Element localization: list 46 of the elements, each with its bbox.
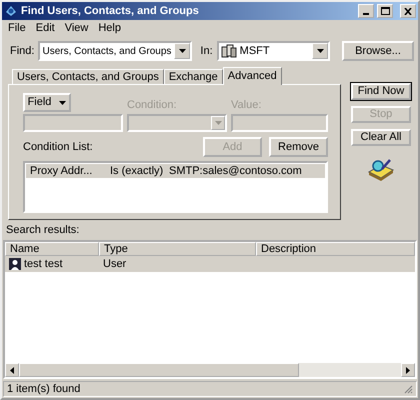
find-label: Find:: [10, 44, 34, 58]
maximize-button[interactable]: [377, 4, 393, 18]
column-header[interactable]: Name: [5, 242, 99, 256]
resize-grip-icon: [403, 384, 413, 394]
action-button[interactable]: Clear All: [351, 129, 411, 146]
value-input[interactable]: [231, 114, 328, 132]
search-results-label: Search results:: [6, 224, 80, 237]
status-text: 1 item(s) found: [7, 382, 82, 396]
field-button[interactable]: Field: [23, 93, 71, 112]
scroll-right-icon: [406, 366, 410, 374]
menu-item[interactable]: View: [64, 22, 88, 33]
caret-icon: [214, 121, 222, 125]
condition-dropdown[interactable]: [127, 114, 227, 132]
domain-icon: [220, 44, 237, 58]
action-button[interactable]: Find Now: [351, 83, 411, 100]
column-header[interactable]: Type: [99, 242, 256, 256]
condition-list-label: Condition List:: [23, 140, 94, 154]
user-icon: [8, 257, 22, 271]
tab[interactable]: Users, Contacts, and Groups: [12, 69, 164, 84]
horizontal-scrollbar[interactable]: [5, 363, 415, 377]
field-input[interactable]: [23, 114, 123, 132]
column-header[interactable]: Description: [256, 242, 415, 256]
menu-item[interactable]: File: [8, 22, 26, 33]
window-title: Find Users, Contacts, and Groups: [21, 4, 200, 18]
result-row[interactable]: test test User: [5, 256, 415, 272]
caret-icon: [59, 100, 66, 104]
caret-icon: [316, 49, 324, 53]
value-label: Value:: [231, 99, 262, 112]
minimize-button[interactable]: [358, 4, 374, 18]
app-icon: [4, 4, 18, 18]
find-dropdown[interactable]: Users, Contacts, and Groups: [38, 41, 192, 61]
close-button[interactable]: [400, 4, 416, 18]
menu-item[interactable]: Help: [98, 22, 121, 33]
menu-item[interactable]: Edit: [36, 22, 55, 33]
in-label: In:: [200, 44, 213, 58]
caret-icon: [178, 49, 186, 53]
maximize-icon: [380, 7, 390, 15]
browse-button[interactable]: Browse...: [342, 41, 414, 61]
location-dropdown[interactable]: MSFT: [216, 41, 330, 61]
tab[interactable]: Exchange: [164, 69, 223, 84]
condition-label: Condition:: [127, 99, 178, 112]
tab[interactable]: Advanced: [222, 67, 282, 85]
remove-button[interactable]: Remove: [269, 137, 328, 157]
close-icon: [404, 8, 412, 14]
scroll-left-icon: [10, 366, 14, 374]
condition-row[interactable]: Proxy Addr... Is (exactly) SMTP:sales@contoso.com: [26, 164, 325, 178]
